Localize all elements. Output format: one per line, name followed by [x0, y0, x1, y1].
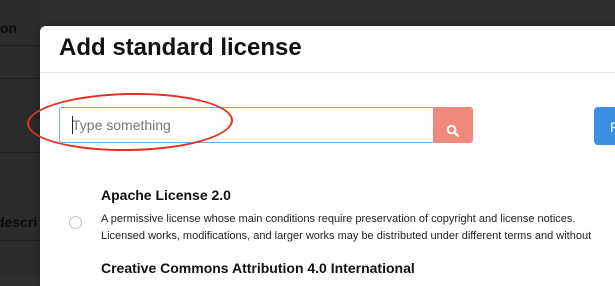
background-row-divider	[0, 152, 40, 153]
background-header-bar	[40, 0, 615, 26]
license-description: A permissive license whose main conditio…	[101, 213, 576, 225]
add-license-modal: Add standard license F Apache License 2.…	[26, 26, 615, 286]
license-radio[interactable]	[69, 216, 82, 229]
modal-header: Add standard license	[40, 26, 615, 73]
annotation-ellipse	[26, 91, 234, 153]
license-description: Licensed works, modifications, and large…	[101, 230, 592, 242]
background-column-header: on	[0, 20, 18, 36]
primary-button[interactable]: F	[594, 107, 615, 145]
search-icon	[446, 124, 460, 137]
modal-title: Add standard license	[59, 34, 302, 61]
background-row-divider	[0, 240, 40, 241]
background-row-label: descri	[0, 214, 38, 230]
background-row-divider	[0, 78, 40, 79]
license-name: Creative Commons Attribution 4.0 Interna…	[101, 260, 415, 276]
search-button[interactable]	[433, 107, 473, 143]
background-row-divider	[0, 45, 40, 46]
background-sidebar	[0, 0, 40, 277]
license-name: Apache License 2.0	[101, 187, 231, 203]
